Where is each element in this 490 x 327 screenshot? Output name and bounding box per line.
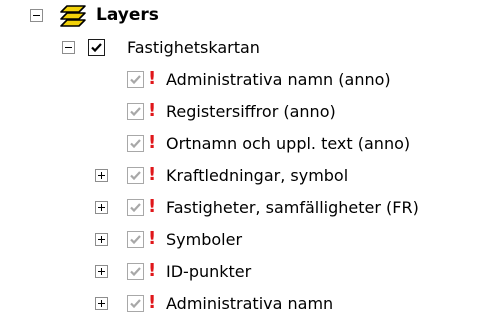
layer-checkbox[interactable] bbox=[127, 71, 144, 88]
tree-root-layers[interactable]: Layers bbox=[0, 0, 490, 32]
layer-checkbox[interactable] bbox=[127, 263, 144, 280]
warning-icon: ! bbox=[148, 100, 157, 121]
layer-item[interactable]: ! Symboler bbox=[0, 224, 490, 256]
layer-item[interactable]: ! Administrativa namn bbox=[0, 288, 490, 320]
layer-checkbox[interactable] bbox=[127, 135, 144, 152]
expand-layer-button[interactable] bbox=[95, 233, 108, 246]
expand-layer-button[interactable] bbox=[95, 201, 108, 214]
checkmark-icon bbox=[130, 235, 141, 245]
warning-icon: ! bbox=[148, 292, 157, 313]
collapse-group-button[interactable] bbox=[62, 41, 75, 54]
layer-item[interactable]: ! Ortnamn och uppl. text (anno) bbox=[0, 128, 490, 160]
checkmark-icon bbox=[130, 171, 141, 181]
checkmark-icon bbox=[130, 299, 141, 309]
layer-checkbox[interactable] bbox=[127, 295, 144, 312]
layer-label: Kraftledningar, symbol bbox=[166, 166, 349, 185]
layer-checkbox[interactable] bbox=[127, 103, 144, 120]
layer-item[interactable]: ! ID-punkter bbox=[0, 256, 490, 288]
layer-label: Administrativa namn (anno) bbox=[166, 70, 391, 89]
layer-item[interactable]: ! Kraftledningar, symbol bbox=[0, 160, 490, 192]
tree-group-fastighetskartan[interactable]: Fastighetskartan bbox=[0, 32, 490, 64]
layer-label: Administrativa namn bbox=[166, 294, 334, 313]
layers-icon bbox=[59, 4, 87, 28]
checkmark-icon bbox=[91, 43, 102, 53]
layer-label: Fastigheter, samfälligheter (FR) bbox=[166, 198, 419, 217]
layer-label: Ortnamn och uppl. text (anno) bbox=[166, 134, 411, 153]
expand-layer-button[interactable] bbox=[95, 265, 108, 278]
layer-item[interactable]: ! Registersiffror (anno) bbox=[0, 96, 490, 128]
group-checkbox[interactable] bbox=[88, 39, 105, 56]
layer-tree: Layers Fastighetskartan ! Administrativa… bbox=[0, 0, 490, 327]
collapse-layers-button[interactable] bbox=[30, 9, 43, 22]
layer-label: Registersiffror (anno) bbox=[166, 102, 336, 121]
checkmark-icon bbox=[130, 203, 141, 213]
expand-layer-button[interactable] bbox=[95, 297, 108, 310]
warning-icon: ! bbox=[148, 132, 157, 153]
layer-label: ID-punkter bbox=[166, 262, 252, 281]
layer-checkbox[interactable] bbox=[127, 199, 144, 216]
layer-label: Symboler bbox=[166, 230, 243, 249]
tree-root-label: Layers bbox=[96, 5, 159, 25]
checkmark-icon bbox=[130, 107, 141, 117]
warning-icon: ! bbox=[148, 228, 157, 249]
warning-icon: ! bbox=[148, 260, 157, 281]
layer-checkbox[interactable] bbox=[127, 231, 144, 248]
layer-item[interactable]: ! Fastigheter, samfälligheter (FR) bbox=[0, 192, 490, 224]
group-label: Fastighetskartan bbox=[127, 38, 260, 57]
checkmark-icon bbox=[130, 75, 141, 85]
expand-layer-button[interactable] bbox=[95, 169, 108, 182]
layer-checkbox[interactable] bbox=[127, 167, 144, 184]
layer-item[interactable]: ! Administrativa namn (anno) bbox=[0, 64, 490, 96]
warning-icon: ! bbox=[148, 196, 157, 217]
checkmark-icon bbox=[130, 267, 141, 277]
checkmark-icon bbox=[130, 139, 141, 149]
warning-icon: ! bbox=[148, 68, 157, 89]
warning-icon: ! bbox=[148, 164, 157, 185]
